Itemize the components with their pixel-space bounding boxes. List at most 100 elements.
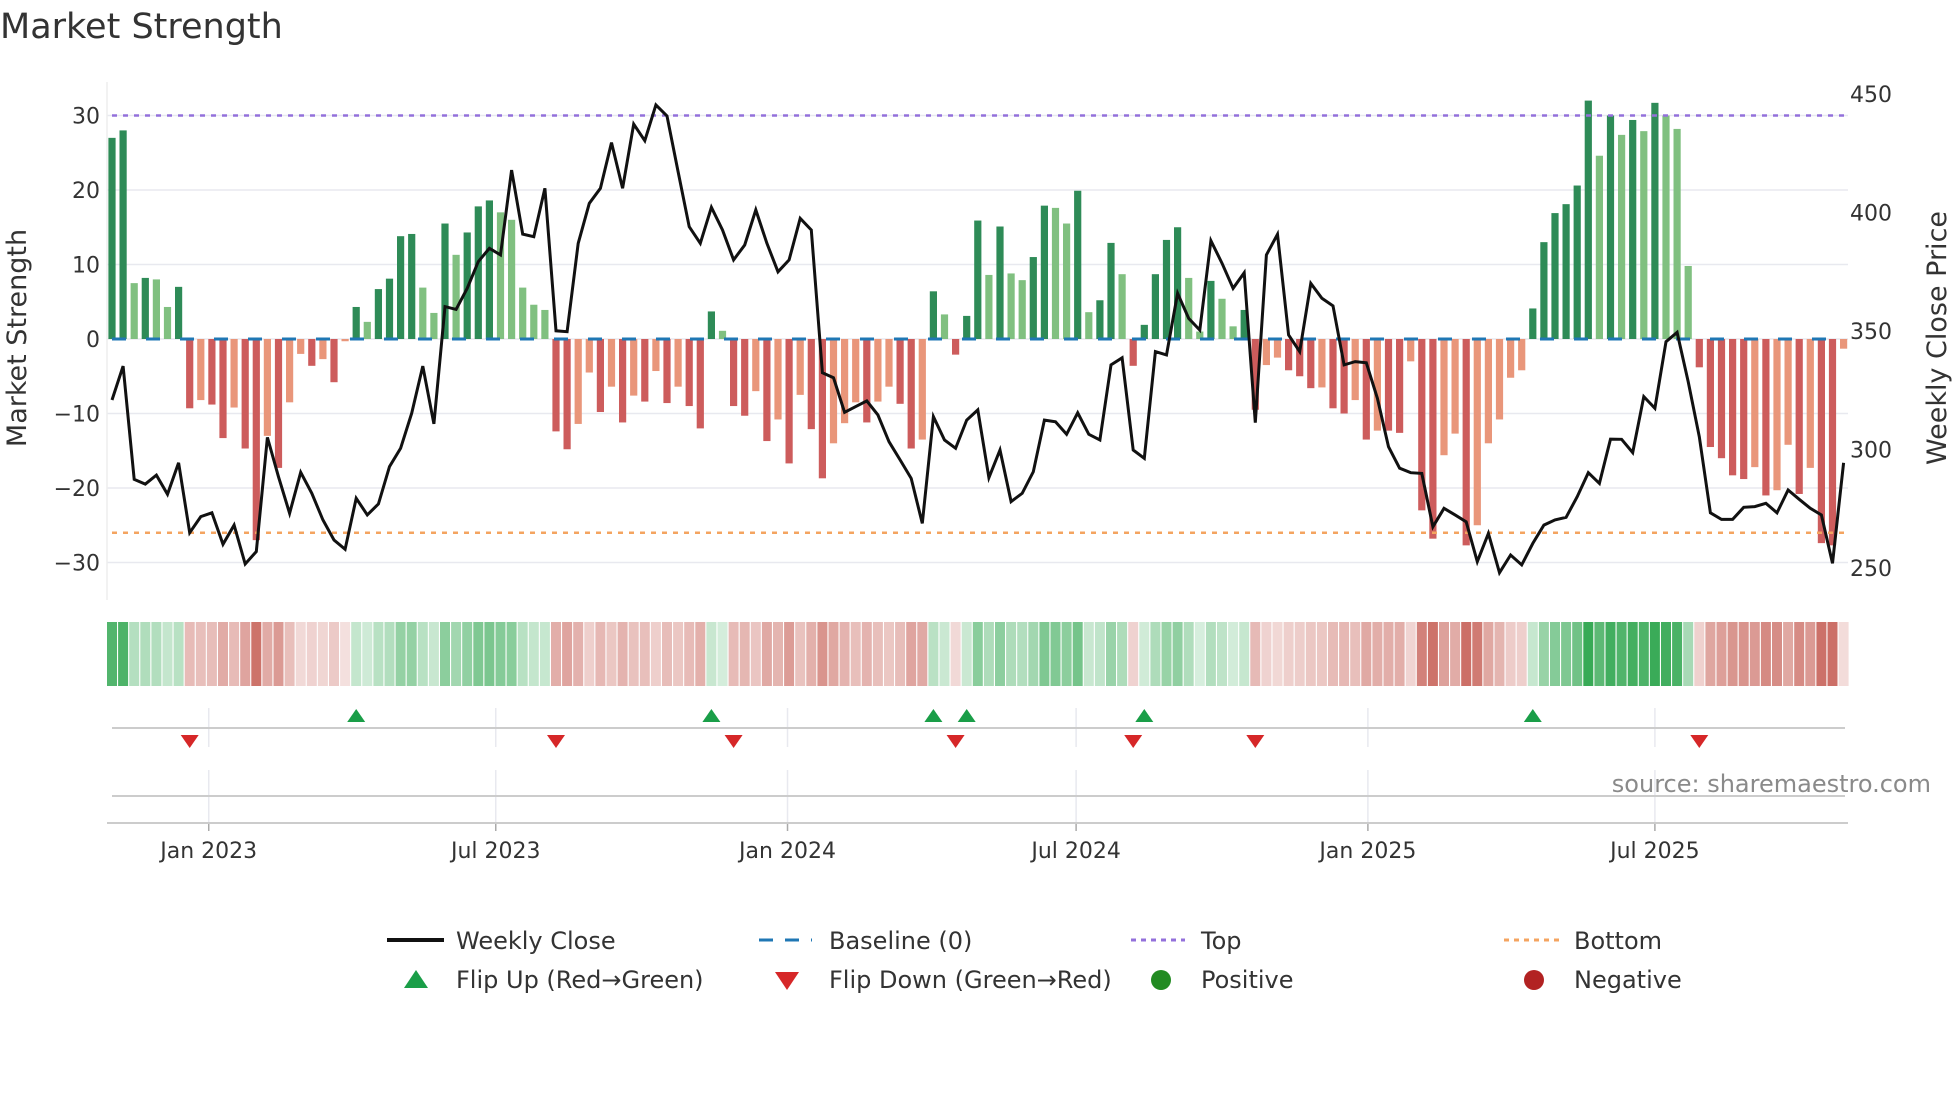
strength-bar (774, 339, 782, 420)
x-tick-label: Jan 2025 (1317, 839, 1416, 864)
strength-bar (241, 339, 249, 449)
y-tick-label: −20 (54, 477, 100, 502)
strip-cell (517, 622, 528, 686)
strip-cell (806, 622, 817, 686)
flip-up-marker (702, 709, 721, 722)
strip-cell (329, 622, 339, 686)
strip-cell (1561, 622, 1572, 686)
strip-cell (1006, 622, 1017, 686)
strength-bar (286, 339, 294, 403)
strip-cell (1294, 622, 1305, 686)
strip-cell (373, 622, 384, 686)
strip-cell (1794, 622, 1805, 686)
strength-bar (1551, 213, 1559, 339)
strip-cell (384, 622, 395, 686)
strength-bar (274, 339, 283, 468)
strip-cell (406, 622, 417, 686)
legend-positive: Positive (1201, 966, 1294, 994)
strip-cell (1339, 622, 1350, 686)
strip-cell (1094, 622, 1105, 686)
legend-bottom: Bottom (1574, 927, 1662, 955)
strength-bar (1473, 339, 1481, 526)
strip-cell (1450, 622, 1461, 686)
flip-down-marker (547, 735, 565, 748)
strength-bar (1606, 115, 1615, 339)
legend-flip-up: Flip Up (Red→Green) (456, 966, 704, 994)
strip-cell (562, 622, 573, 686)
strength-bar (985, 274, 993, 339)
y2-tick-label: 250 (1850, 557, 1892, 582)
strip-cell (229, 622, 240, 686)
strip-cell (428, 622, 439, 686)
strip-cell (417, 622, 428, 686)
strip-cell (1128, 622, 1139, 686)
strength-bar (1706, 339, 1714, 448)
y-tick-label: 0 (86, 328, 100, 353)
strip-cell (107, 622, 117, 686)
strength-bar (1118, 274, 1126, 339)
strip-cell (1594, 622, 1605, 686)
strip-cell (1405, 622, 1416, 686)
strip-cell (440, 622, 450, 686)
strength-bar (641, 339, 649, 402)
strength-bar (1828, 339, 1837, 546)
strip-cell (939, 622, 950, 686)
strength-bar (1484, 339, 1492, 444)
strength-bar (230, 339, 238, 408)
strength-bar (297, 339, 305, 354)
strip-cell (1161, 622, 1172, 686)
strip-cell (950, 622, 961, 686)
flip-up-marker (347, 709, 366, 722)
strength-bar (1595, 155, 1603, 339)
strip-cell (1350, 622, 1361, 686)
strip-cell (1805, 622, 1816, 686)
strip-cell (1527, 622, 1538, 686)
flip-up-icon (404, 970, 428, 988)
strip-cell (1838, 622, 1849, 686)
strength-bar (352, 306, 360, 339)
strip-cell (118, 622, 129, 686)
strength-bar (940, 314, 949, 339)
strength-bar (1629, 119, 1637, 339)
strength-bar (1229, 326, 1237, 339)
strength-bar (474, 206, 482, 339)
strength-bar (508, 219, 516, 339)
strength-bar (219, 339, 227, 439)
strength-bar (186, 339, 194, 409)
strip-cell (1672, 622, 1683, 686)
strip-cell (750, 622, 761, 686)
legend: Weekly Close Baseline (0) Top Bottom Fli… (387, 927, 1682, 994)
x-tick-label: Jul 2025 (1608, 839, 1700, 864)
strength-bar (308, 339, 316, 366)
strip-cell (1605, 622, 1616, 686)
strip-cell (551, 622, 561, 686)
strip-cell (1017, 622, 1028, 686)
strength-bar (963, 315, 971, 339)
strip-cell (1205, 622, 1216, 686)
strip-cell (1649, 622, 1660, 686)
strip-cell (284, 622, 295, 686)
x-tick-label: Jan 2023 (158, 839, 257, 864)
y-tick-label: −30 (54, 552, 100, 577)
strength-bar (1673, 128, 1681, 339)
strength-bar (1185, 277, 1193, 339)
strip-cell (795, 622, 806, 686)
strength-bar (1507, 339, 1515, 378)
strength-bar (1174, 227, 1182, 339)
negative-dot-icon (1524, 970, 1544, 990)
strength-bar (563, 339, 571, 450)
strength-bar (1318, 339, 1326, 388)
strength-bar (663, 339, 671, 404)
strength-bar (541, 309, 549, 339)
strip-cell (1461, 622, 1472, 686)
strip-cell (395, 622, 406, 686)
strip-cell (1627, 622, 1638, 686)
source-label: source: sharemaestro.com (1612, 770, 1931, 798)
strip-cell (1394, 622, 1405, 686)
strip-cell (317, 622, 328, 686)
strip-cell (695, 622, 706, 686)
flip-down-marker (1690, 735, 1709, 748)
strip-cell (773, 622, 783, 686)
strength-bar (1107, 242, 1115, 339)
y2-tick-label: 350 (1850, 320, 1892, 345)
